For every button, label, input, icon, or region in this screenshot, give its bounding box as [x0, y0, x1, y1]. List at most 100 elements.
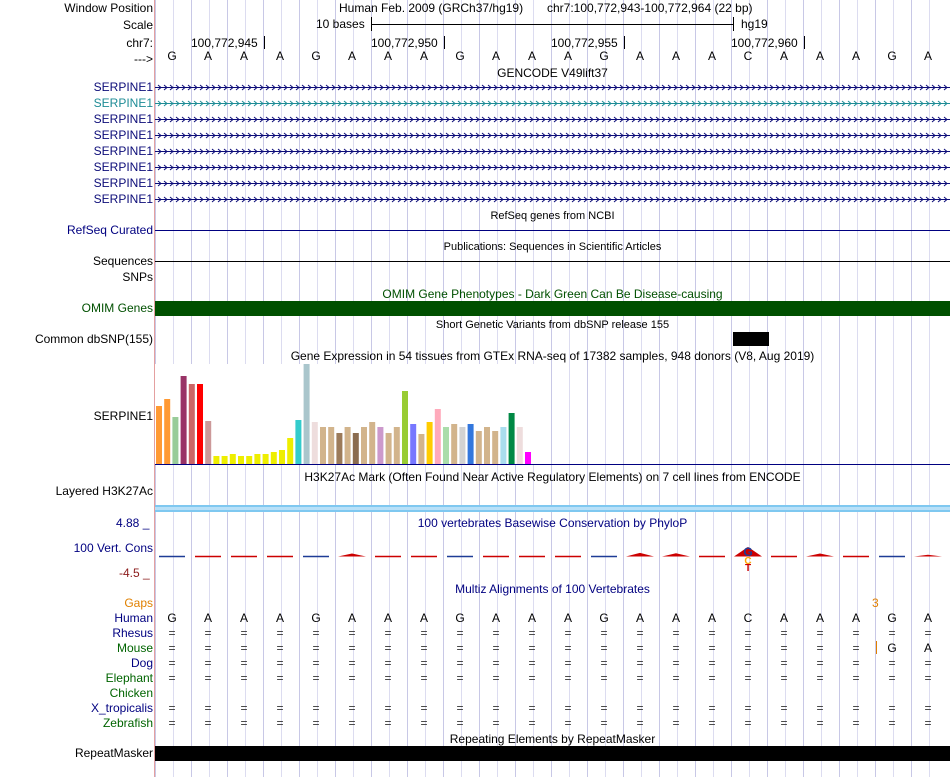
species-label[interactable]: Human — [114, 611, 153, 625]
matching-base: = — [780, 656, 788, 670]
ruler-tick — [264, 36, 265, 49]
publications-track-label-2[interactable]: SNPs — [122, 270, 153, 284]
tissue-expression-bar — [246, 456, 253, 464]
gene-label[interactable]: SERPINE1 — [94, 144, 153, 158]
base-letter: C — [743, 49, 753, 63]
matching-base: = — [312, 716, 320, 730]
matching-base: = — [564, 641, 572, 655]
tissue-expression-bar — [492, 431, 499, 464]
refseq-track-label[interactable]: RefSeq Curated — [67, 223, 153, 237]
matching-base: = — [708, 716, 716, 730]
tissue-expression-bar — [402, 391, 408, 464]
gene-label[interactable]: SERPINE1 — [94, 160, 153, 174]
gene-label[interactable]: SERPINE1 — [94, 80, 153, 94]
matching-base: = — [888, 656, 896, 670]
species-label[interactable]: Dog — [131, 656, 153, 670]
omim-gene-bar[interactable] — [155, 301, 950, 316]
dbsnp-track-label[interactable]: Common dbSNP(155) — [35, 332, 153, 346]
publications-track-label[interactable]: Sequences — [93, 254, 153, 268]
gene-label[interactable]: SERPINE1 — [94, 96, 153, 110]
matching-base: = — [924, 656, 932, 670]
h3k27ac-track-label[interactable]: Layered H3K27Ac — [56, 484, 153, 498]
gene-label[interactable]: SERPINE1 — [94, 128, 153, 142]
matching-base: = — [312, 641, 320, 655]
omim-track-label[interactable]: OMIM Genes — [82, 301, 153, 315]
gtex-expression-chart[interactable] — [155, 364, 950, 467]
tissue-expression-bar — [180, 376, 187, 464]
aligned-base: A — [563, 611, 572, 625]
assembly-name[interactable]: Human Feb. 2009 (GRCh37/hg19) — [339, 1, 523, 15]
tissue-expression-bar — [320, 427, 326, 464]
gene-model[interactable] — [155, 192, 950, 206]
tissue-expression-bar — [238, 456, 244, 464]
base-letter: G — [311, 49, 321, 63]
gene-model[interactable] — [155, 160, 950, 174]
gene-model[interactable] — [155, 112, 950, 126]
gene-label[interactable]: SERPINE1 — [94, 192, 153, 206]
window-position-value[interactable]: chr7:100,772,943-100,772,964 (22 bp) — [547, 1, 753, 15]
tissue-expression-bar — [279, 450, 285, 464]
matching-base: = — [456, 626, 464, 640]
gene-model[interactable] — [155, 80, 950, 94]
gene-model[interactable] — [155, 128, 950, 142]
base-letter: A — [347, 49, 356, 63]
aligned-base: A — [851, 611, 860, 625]
gene-model[interactable] — [155, 144, 950, 158]
matching-base: = — [564, 716, 572, 730]
tissue-expression-bar — [516, 427, 523, 464]
matching-base: = — [600, 671, 608, 685]
gaps-label: Gaps — [124, 596, 153, 610]
species-label[interactable]: X_tropicalis — [91, 701, 153, 715]
matching-base: = — [492, 671, 500, 685]
snp-variant-block[interactable] — [733, 332, 769, 346]
species-label[interactable]: Zebrafish — [103, 716, 153, 730]
tissue-expression-bar — [205, 421, 212, 464]
tissue-expression-bar — [311, 422, 318, 464]
gene-label[interactable]: SERPINE1 — [94, 112, 153, 126]
base-letter: A — [527, 49, 536, 63]
matching-base: = — [348, 716, 356, 730]
matching-base: = — [492, 701, 500, 715]
gene-model[interactable] — [155, 96, 950, 110]
ruler-tick-label: 100,772,945 — [191, 36, 258, 50]
tissue-expression-bar — [303, 364, 310, 464]
matching-base: = — [852, 641, 860, 655]
phylop-track-label[interactable]: 100 Vert. Cons — [74, 541, 153, 555]
matching-base: = — [816, 656, 824, 670]
matching-base: = — [384, 701, 392, 715]
matching-base: = — [240, 701, 248, 715]
matching-base: = — [780, 626, 788, 640]
species-label[interactable]: Mouse — [117, 641, 153, 655]
phylop-min-label: -4.5 _ — [119, 566, 150, 580]
aligned-base: A — [347, 611, 356, 625]
refseq-track-line — [155, 230, 950, 231]
species-label[interactable]: Chicken — [110, 686, 153, 700]
gene-model[interactable] — [155, 176, 950, 190]
base-letter: A — [707, 49, 716, 63]
base-letter: A — [491, 49, 500, 63]
matching-base: = — [348, 671, 356, 685]
tissue-expression-bar — [221, 456, 228, 464]
matching-base: = — [672, 626, 680, 640]
tissue-expression-bar — [172, 417, 179, 464]
species-label[interactable]: Elephant — [106, 671, 153, 685]
repeatmasker-element[interactable] — [155, 746, 950, 761]
gene-label[interactable]: SERPINE1 — [94, 176, 153, 190]
species-label[interactable]: Rhesus — [112, 626, 153, 640]
gap-count: 3 — [872, 596, 879, 610]
tissue-expression-bar — [164, 399, 171, 464]
aligned-base: A — [491, 611, 500, 625]
phylop-max-label: 4.88 _ — [116, 516, 150, 530]
tissue-expression-bar — [295, 420, 302, 464]
matching-base: = — [384, 716, 392, 730]
aligned-base: A — [923, 611, 932, 625]
gtex-gene-label[interactable]: SERPINE1 — [94, 409, 153, 423]
aligned-base: A — [671, 611, 680, 625]
matching-base: = — [492, 716, 500, 730]
tissue-expression-bar — [229, 454, 236, 464]
matching-base: = — [600, 641, 608, 655]
matching-base: = — [276, 626, 284, 640]
matching-base: = — [204, 671, 212, 685]
scale-bar — [371, 24, 733, 25]
repeatmasker-track-label[interactable]: RepeatMasker — [75, 746, 153, 760]
